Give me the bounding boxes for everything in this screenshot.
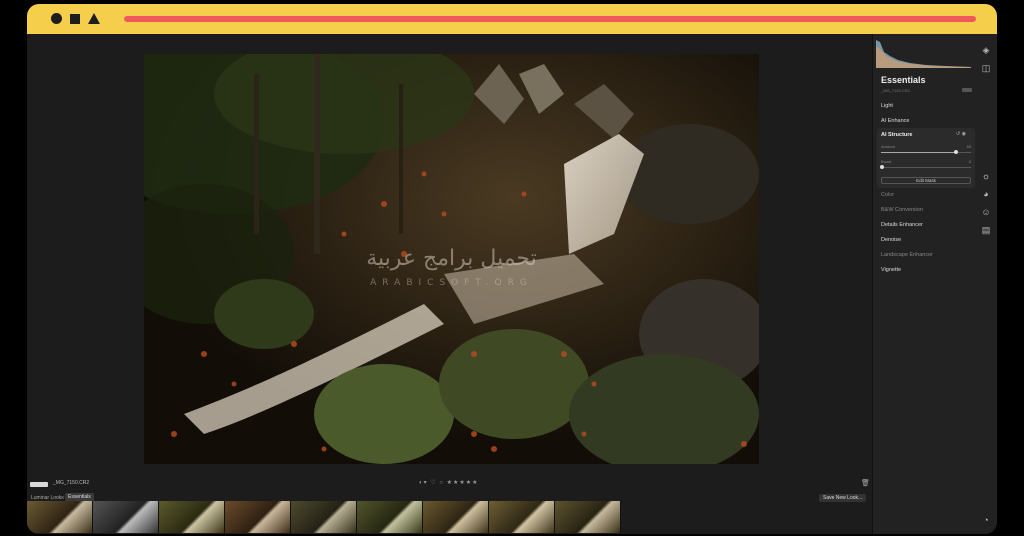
watermark-arabic: تحميل برامج عربية (366, 246, 537, 271)
tool-light[interactable]: Light (881, 103, 893, 109)
format-badge (962, 88, 972, 92)
address-bar[interactable] (124, 16, 976, 22)
ai-structure-title[interactable]: AI Structure (881, 132, 912, 138)
edit-mask-button[interactable]: Edit Mask (881, 177, 971, 184)
boost-label: Boost (881, 159, 892, 164)
amount-slider-fill (881, 152, 956, 153)
layers-icon[interactable]: ◈ (980, 44, 992, 56)
look-thumbnail[interactable] (555, 501, 621, 533)
compare-icon[interactable]: ◫ (980, 62, 992, 74)
card-toggle-icons[interactable]: ↺ ◉ (956, 131, 966, 137)
file-color-chip (30, 482, 48, 487)
amount-slider[interactable] (881, 150, 971, 154)
viewer-status-bar: _MG_7150.CR2 ◐▾ ♡ ○ ★★★★★ 🗑 (27, 478, 872, 494)
square-icon (70, 13, 80, 24)
circle-icon (51, 13, 62, 24)
tool-denoise[interactable]: Denoise (881, 237, 901, 243)
amount-value: 83 (966, 144, 971, 149)
history-icon[interactable]: ◔ (980, 514, 992, 526)
tool-ai-enhance[interactable]: AI Enhance (881, 118, 909, 124)
amount-label: Amount (881, 144, 895, 149)
main-photo[interactable]: تحميل برامج عربية ARABICSOFT.ORG (144, 54, 759, 464)
looks-tab-essentials[interactable]: Essentials (65, 493, 94, 501)
look-thumbnail[interactable] (423, 501, 489, 533)
watermark-latin: ARABICSOFT.ORG (370, 278, 533, 288)
look-thumbnail[interactable] (159, 501, 225, 533)
rating-toolbar[interactable]: ◐▾ ♡ ○ ★★★★★ (419, 479, 479, 486)
face-icon[interactable]: ☺ (980, 206, 992, 218)
amount-slider-knob[interactable] (954, 150, 958, 154)
ai-structure-card: AI Structure ↺ ◉ Amount 83 Boost 0 Edit … (877, 128, 975, 188)
boost-slider[interactable] (880, 165, 971, 169)
save-new-look-button[interactable]: Save New Look... (819, 494, 867, 502)
histogram (876, 40, 971, 68)
look-thumbnail[interactable] (489, 501, 555, 533)
grid-icon[interactable]: ▤ (980, 224, 992, 236)
boost-slider-knob[interactable] (880, 165, 884, 169)
look-thumbnail[interactable] (357, 501, 423, 533)
sun-icon[interactable]: ☼ (980, 170, 992, 182)
look-thumbnail[interactable] (93, 501, 159, 533)
image-workspace: تحميل برامج عربية ARABICSOFT.ORG _MG_715… (27, 34, 872, 534)
tool-landscape-enhancer[interactable]: Landscape Enhancer (881, 252, 933, 258)
edit-panel: Essentials _MG_7150.CR2 Light AI Enhance… (872, 34, 997, 534)
tool-color[interactable]: Color (881, 192, 894, 198)
panel-title: Essentials (881, 75, 926, 85)
app-frame: تحميل برامج عربية ARABICSOFT.ORG _MG_715… (27, 4, 997, 534)
triangle-icon (88, 13, 100, 24)
look-thumbnail[interactable] (291, 501, 357, 533)
look-thumbnail[interactable] (225, 501, 291, 533)
boost-value: 0 (968, 159, 971, 164)
palette-icon[interactable]: ◕ (980, 188, 992, 200)
looks-filmstrip (27, 501, 627, 533)
tool-bw-conversion[interactable]: B&W Conversion (881, 207, 923, 213)
file-name: _MG_7150.CR2 (53, 480, 90, 486)
panel-subtitle: _MG_7150.CR2 (881, 88, 910, 93)
look-thumbnail[interactable] (27, 501, 93, 533)
browser-top-bar (27, 4, 997, 34)
tool-details-enhancer[interactable]: Details Enhancer (881, 222, 923, 228)
window-shapes (51, 13, 100, 24)
trash-icon[interactable]: 🗑 (861, 479, 870, 487)
tool-vignette[interactable]: Vignette (881, 267, 901, 273)
